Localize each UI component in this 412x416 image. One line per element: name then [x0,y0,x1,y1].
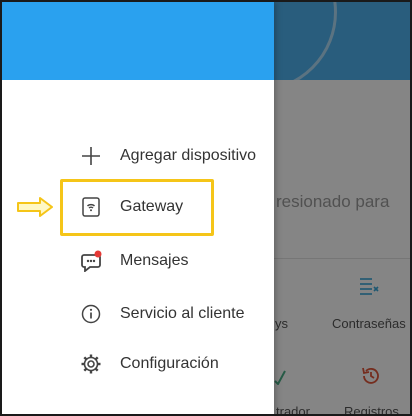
screenshot-frame: resionado para ys Contraseñas trador Reg… [0,0,412,416]
info-icon [81,304,101,324]
messages-icon [81,250,102,272]
drawer-header [2,2,274,80]
menu-item-label: Mensajes [120,252,189,269]
menu-item-customer-service[interactable]: Servicio al cliente [2,292,274,336]
menu-item-label: Configuración [120,355,219,372]
menu-item-settings[interactable]: Configuración [2,342,274,386]
menu-item-add-device[interactable]: Agregar dispositivo [2,134,274,178]
plus-icon [82,147,100,165]
gateway-highlight-box [60,179,214,236]
menu-item-label: Agregar dispositivo [120,147,257,164]
pointer-arrow-icon [17,197,53,217]
menu-item-messages[interactable]: Mensajes [2,239,274,283]
menu-item-label: Servicio al cliente [120,305,245,322]
gear-icon [81,354,101,374]
